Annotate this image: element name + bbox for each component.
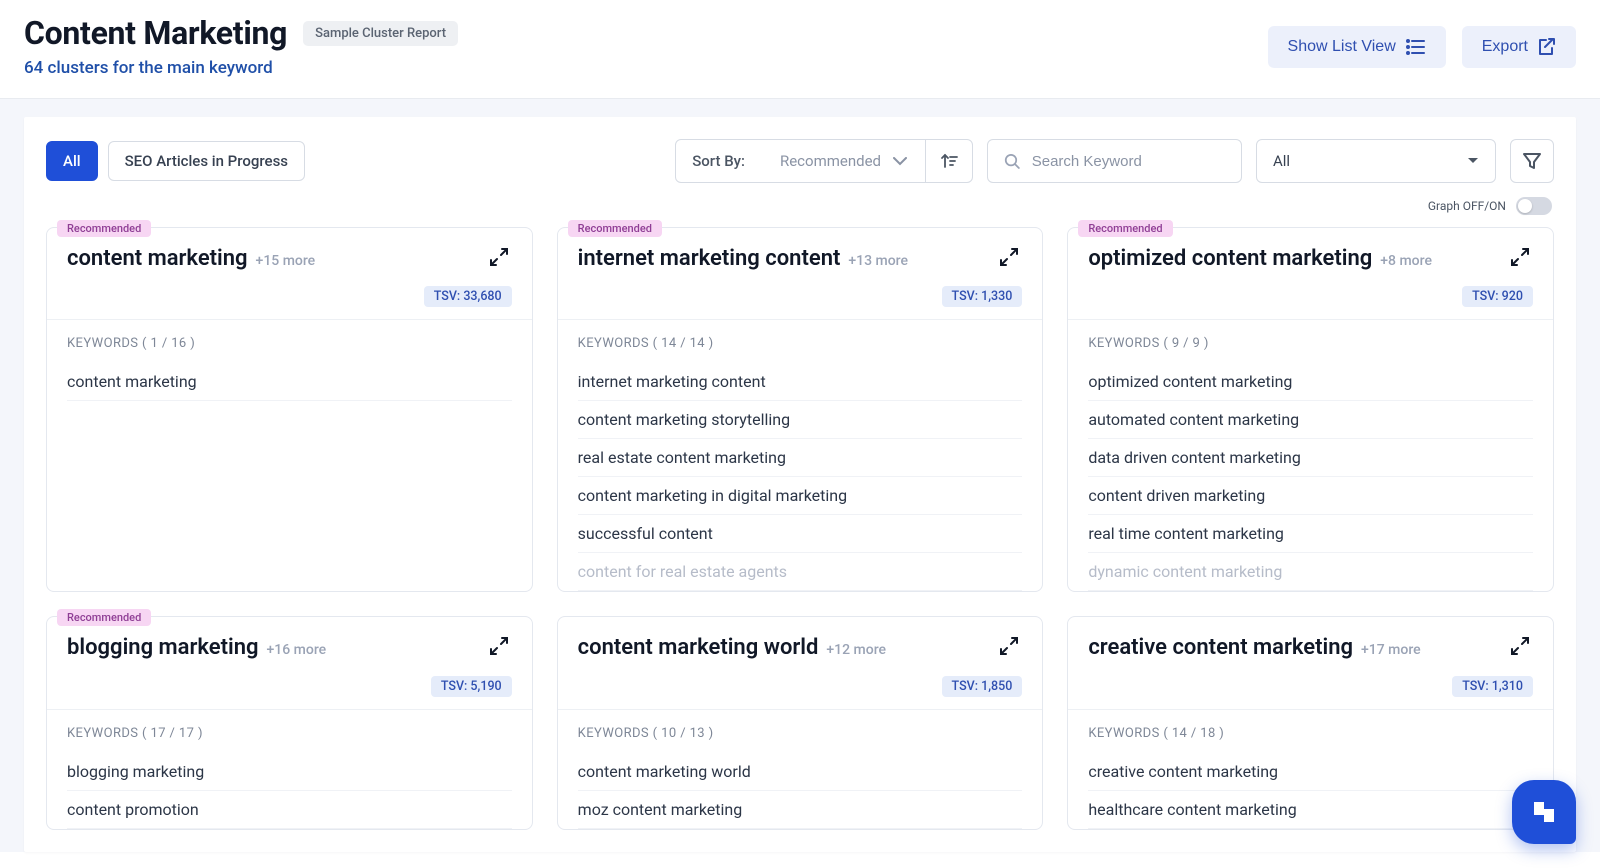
keyword-item[interactable]: content marketing storytelling [578, 401, 1023, 439]
tsv-badge: TSV: 1,310 [1452, 676, 1533, 697]
keyword-item[interactable]: data driven content marketing [1088, 439, 1533, 477]
toolbar: All SEO Articles in Progress Sort By: Re… [46, 139, 1554, 183]
sort-by-label: Sort By: [676, 152, 761, 170]
page-subtitle: 64 clusters for the main keyword [24, 58, 458, 78]
filter-dropdown[interactable]: All [1256, 139, 1496, 183]
sort-direction-button[interactable] [925, 140, 972, 182]
app-header: Content Marketing Sample Cluster Report … [0, 0, 1600, 99]
cluster-title: internet marketing content [578, 246, 841, 271]
export-icon [1538, 38, 1556, 56]
keyword-list: content marketing worldmoz content marke… [578, 753, 1023, 829]
cluster-card: Recommended optimized content marketing … [1067, 227, 1554, 592]
more-count: +13 more [848, 253, 908, 269]
keyword-item[interactable]: real estate content marketing [578, 439, 1023, 477]
keyword-item[interactable]: automated content marketing [1088, 401, 1533, 439]
sort-by-control[interactable]: Sort By: Recommended [675, 139, 973, 183]
more-count: +15 more [256, 253, 316, 269]
chevron-down-icon [893, 157, 907, 166]
keywords-count: KEYWORDS ( 14 / 18 ) [1088, 726, 1533, 741]
keyword-item[interactable]: creative content marketing [1088, 753, 1533, 791]
keywords-count: KEYWORDS ( 9 / 9 ) [1088, 336, 1533, 351]
keyword-item[interactable]: healthcare content marketing [1088, 791, 1533, 829]
keyword-list: blogging marketingcontent promotion [67, 753, 512, 829]
sort-direction-icon [940, 152, 958, 170]
export-label: Export [1482, 38, 1528, 56]
cluster-card: Recommended content marketing +15 more T… [46, 227, 533, 592]
keyword-item[interactable]: content marketing in digital marketing [578, 477, 1023, 515]
caret-down-icon [1467, 157, 1479, 165]
keywords-count: KEYWORDS ( 10 / 13 ) [578, 726, 1023, 741]
recommended-badge: Recommended [568, 220, 662, 237]
search-box[interactable] [987, 139, 1242, 183]
tab-all[interactable]: All [46, 141, 98, 181]
list-icon [1406, 39, 1426, 55]
tsv-badge: TSV: 1,330 [942, 286, 1023, 307]
tsv-badge: TSV: 33,680 [424, 286, 512, 307]
sort-by-value: Recommended [780, 152, 881, 170]
graph-toggle[interactable] [1516, 197, 1552, 215]
sample-report-chip: Sample Cluster Report [303, 21, 458, 46]
cluster-card: creative content marketing +17 more TSV:… [1067, 616, 1554, 829]
keyword-item[interactable]: blogging marketing [67, 753, 512, 791]
filter-icon [1522, 151, 1542, 171]
cluster-grid: Recommended content marketing +15 more T… [46, 227, 1554, 830]
recommended-badge: Recommended [1078, 220, 1172, 237]
export-button[interactable]: Export [1462, 26, 1576, 68]
keyword-item[interactable]: successful content [578, 515, 1023, 553]
keyword-item[interactable]: content for real estate agents [578, 553, 1023, 591]
more-count: +12 more [826, 642, 886, 658]
graph-toggle-label: Graph OFF/ON [1428, 199, 1506, 213]
tsv-badge: TSV: 1,850 [942, 676, 1023, 697]
more-count: +17 more [1361, 642, 1421, 658]
keyword-list: internet marketing contentcontent market… [578, 363, 1023, 591]
expand-button[interactable] [490, 248, 512, 270]
keyword-item[interactable]: optimized content marketing [1088, 363, 1533, 401]
keywords-count: KEYWORDS ( 17 / 17 ) [67, 726, 512, 741]
show-list-view-label: Show List View [1288, 38, 1396, 56]
expand-button[interactable] [490, 637, 512, 659]
keyword-item[interactable]: moz content marketing [578, 791, 1023, 829]
keyword-item[interactable]: internet marketing content [578, 363, 1023, 401]
keyword-item[interactable]: dynamic content marketing [1088, 553, 1533, 591]
cluster-card: content marketing world +12 more TSV: 1,… [557, 616, 1044, 829]
tsv-badge: TSV: 920 [1462, 286, 1533, 307]
search-input[interactable] [1032, 153, 1225, 170]
filter-button[interactable] [1510, 139, 1554, 183]
tsv-badge: TSV: 5,190 [431, 676, 512, 697]
keyword-list: optimized content marketingautomated con… [1088, 363, 1533, 591]
more-count: +16 more [267, 642, 327, 658]
recommended-badge: Recommended [57, 220, 151, 237]
page-title: Content Marketing [24, 14, 287, 52]
expand-button[interactable] [1511, 637, 1533, 659]
more-count: +8 more [1380, 253, 1432, 269]
keyword-list: content marketing [67, 363, 512, 401]
keyword-item[interactable]: content marketing [67, 363, 512, 401]
cluster-title: content marketing [67, 246, 248, 271]
expand-button[interactable] [1000, 248, 1022, 270]
keyword-item[interactable]: content marketing world [578, 753, 1023, 791]
tab-seo-articles[interactable]: SEO Articles in Progress [108, 141, 305, 181]
cluster-title: creative content marketing [1088, 635, 1353, 660]
expand-button[interactable] [1000, 637, 1022, 659]
cluster-title: content marketing world [578, 635, 819, 660]
search-icon [1004, 152, 1020, 170]
keywords-count: KEYWORDS ( 1 / 16 ) [67, 336, 512, 351]
fab-logo-icon [1530, 798, 1558, 826]
keyword-item[interactable]: real time content marketing [1088, 515, 1533, 553]
help-fab[interactable] [1512, 780, 1576, 844]
cluster-card: Recommended blogging marketing +16 more … [46, 616, 533, 829]
cluster-title: optimized content marketing [1088, 246, 1372, 271]
keyword-list: creative content marketinghealthcare con… [1088, 753, 1533, 829]
filter-dropdown-value: All [1273, 152, 1290, 170]
keywords-count: KEYWORDS ( 14 / 14 ) [578, 336, 1023, 351]
cluster-card: Recommended internet marketing content +… [557, 227, 1044, 592]
keyword-item[interactable]: content driven marketing [1088, 477, 1533, 515]
recommended-badge: Recommended [57, 609, 151, 626]
expand-button[interactable] [1511, 248, 1533, 270]
show-list-view-button[interactable]: Show List View [1268, 26, 1446, 68]
cluster-title: blogging marketing [67, 635, 259, 660]
keyword-item[interactable]: content promotion [67, 791, 512, 829]
